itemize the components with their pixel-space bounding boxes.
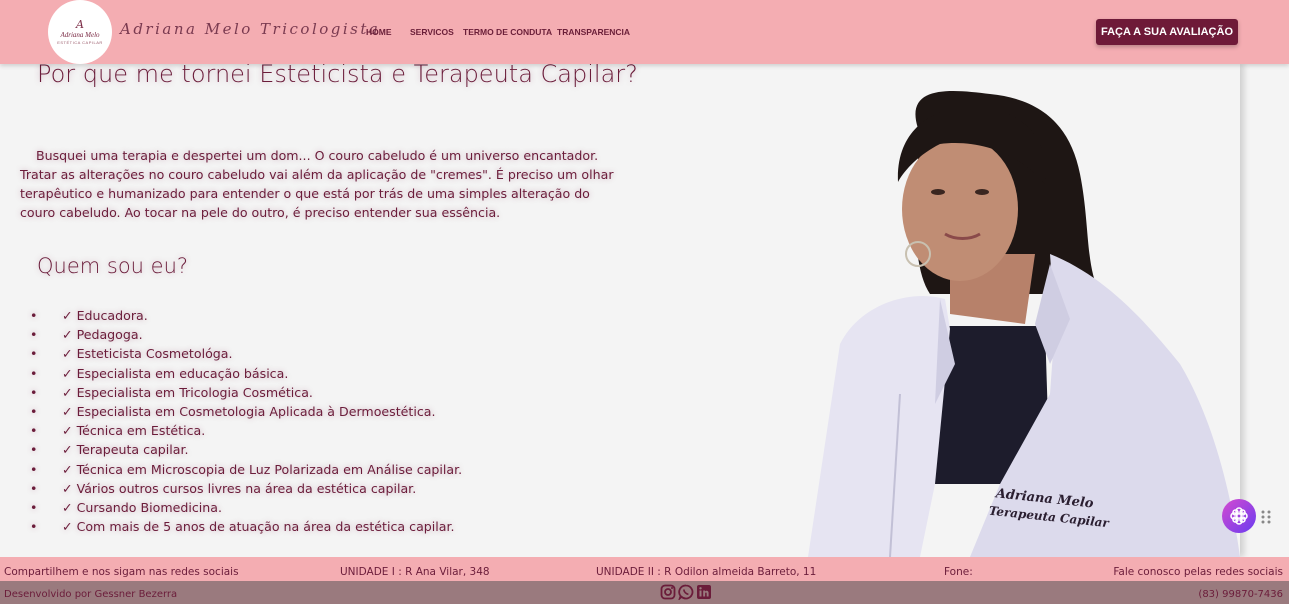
main-content: Por que me tornei Esteticista e Terapeut… bbox=[0, 60, 1240, 557]
check-icon: ✓ bbox=[62, 384, 73, 400]
logo-tagline: ESTÉTICA CAPILAR bbox=[57, 40, 103, 45]
logo-mark: A bbox=[76, 18, 84, 31]
intro-paragraph-text: Busquei uma terapia e despertei um dom..… bbox=[20, 148, 614, 220]
footer-social-text: Fale conosco pelas redes sociais bbox=[1113, 566, 1283, 578]
check-icon: ✓ bbox=[62, 442, 73, 458]
list-item: • ✓ Cursando Biomedicina. bbox=[30, 498, 462, 517]
list-item: • ✓ Esteticista Cosmetológa. bbox=[30, 344, 462, 363]
nav-termo-de-conduta[interactable]: TERMO DE CONDUTA bbox=[463, 27, 557, 37]
list-item-text: Terapeuta capilar. bbox=[76, 442, 189, 458]
nav-servicos[interactable]: SERVICOS bbox=[410, 27, 463, 37]
linkedin-icon[interactable] bbox=[696, 584, 712, 600]
footer-info-bar: Compartilhem e nos sigam nas redes socia… bbox=[0, 557, 1289, 581]
list-item: • ✓ Com mais de 5 anos de atuação na área … bbox=[30, 517, 462, 536]
list-item-text: Vários outros cursos livres na área da e… bbox=[76, 480, 417, 496]
brand-name[interactable]: Adriana Melo Tricologista bbox=[120, 20, 380, 38]
check-icon: ✓ bbox=[62, 423, 73, 439]
developer-credit[interactable]: Desenvolvido por Gessner Bezerra bbox=[4, 589, 177, 600]
check-icon: ✓ bbox=[62, 500, 73, 516]
footer-unit2: UNIDADE II : R Odilon almeida Barreto, 1… bbox=[596, 566, 817, 578]
list-item: • ✓ Vários outros cursos livres na área da… bbox=[30, 479, 462, 498]
list-item-text: Técnica em Estética. bbox=[76, 423, 206, 439]
list-item: • ✓ Técnica em Microscopia de Luz Polariza… bbox=[30, 460, 462, 479]
list-item: • ✓ Educadora. bbox=[30, 306, 462, 325]
footer-phone-label: Fone: bbox=[944, 566, 973, 578]
check-icon: ✓ bbox=[62, 346, 73, 362]
list-item: • ✓ Técnica em Estética. bbox=[30, 421, 462, 440]
footer-share-text: Compartilhem e nos sigam nas redes socia… bbox=[4, 566, 239, 578]
credentials-list: • ✓ Educadora. • ✓ Pedagoga. • ✓ Esteticista C… bbox=[30, 306, 462, 536]
intro-paragraph: Busquei uma terapia e despertei um dom..… bbox=[20, 146, 620, 222]
list-item: • ✓ Terapeuta capilar. bbox=[30, 440, 462, 459]
drag-handle-icon[interactable] bbox=[1261, 510, 1271, 524]
flower-icon bbox=[1230, 507, 1248, 525]
evaluation-button[interactable]: FAÇA A SUA AVALIAÇÃO bbox=[1096, 19, 1238, 45]
logo[interactable]: A Adriana Melo ESTÉTICA CAPILAR bbox=[48, 0, 112, 64]
footer-unit1: UNIDADE I : R Ana Vilar, 348 bbox=[340, 566, 490, 578]
list-item: • ✓ Especialista em Tricologia Cosmética. bbox=[30, 383, 462, 402]
section-title: Quem sou eu? bbox=[37, 254, 189, 278]
nav-home[interactable]: HOME bbox=[366, 27, 410, 37]
accessibility-widget[interactable] bbox=[1222, 499, 1256, 533]
list-item-text: Especialista em educação básica. bbox=[76, 365, 289, 381]
list-item: • ✓ Especialista em Cosmetologia Aplicada … bbox=[30, 402, 462, 421]
check-icon: ✓ bbox=[62, 519, 73, 535]
footer-phone[interactable]: (83) 99870-7436 bbox=[1198, 589, 1283, 600]
main-nav: HOME SERVICOS TERMO DE CONDUTA TRANSPARE… bbox=[366, 27, 630, 37]
list-item-text: Educadora. bbox=[76, 308, 148, 323]
list-item-text: Técnica em Microscopia de Luz Polarizada… bbox=[76, 461, 463, 477]
list-item-text: Pedagoga. bbox=[76, 327, 143, 343]
list-item-text: Esteticista Cosmetológa. bbox=[76, 346, 233, 362]
check-icon: ✓ bbox=[62, 404, 73, 420]
page-title-text: Por que me tornei Esteticista e Terapeut… bbox=[37, 60, 638, 88]
footer-bottom-bar: Desenvolvido por Gessner Bezerra (83) 99… bbox=[0, 581, 1289, 604]
check-icon: ✓ bbox=[62, 461, 73, 477]
list-item-text: Cursando Biomedicina. bbox=[76, 500, 222, 516]
list-item-text: Especialista em Cosmetologia Aplicada à … bbox=[76, 404, 436, 420]
list-item-text: Com mais de 5 anos de atuação na área da… bbox=[76, 519, 455, 535]
check-icon: ✓ bbox=[62, 480, 73, 496]
social-links bbox=[660, 584, 712, 600]
logo-name: Adriana Melo bbox=[60, 31, 100, 39]
portrait-photo: Adriana Melo Terapeuta Capilar bbox=[808, 90, 1240, 557]
check-icon: ✓ bbox=[62, 327, 73, 343]
list-item: • ✓ Especialista em educação básica. bbox=[30, 364, 462, 383]
list-item-text: Especialista em Tricologia Cosmética. bbox=[76, 384, 313, 400]
check-icon: ✓ bbox=[62, 365, 73, 381]
whatsapp-icon[interactable] bbox=[678, 584, 694, 600]
check-icon: ✓ bbox=[62, 308, 73, 323]
list-item: • ✓ Pedagoga. bbox=[30, 325, 462, 344]
instagram-icon[interactable] bbox=[660, 584, 676, 600]
site-header: A Adriana Melo ESTÉTICA CAPILAR Adriana … bbox=[0, 0, 1289, 64]
nav-transparencia[interactable]: TRANSPARENCIA bbox=[557, 27, 630, 37]
